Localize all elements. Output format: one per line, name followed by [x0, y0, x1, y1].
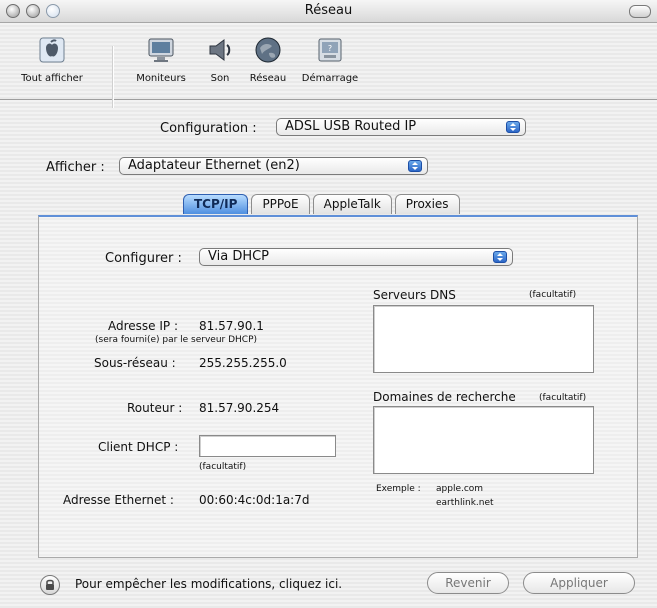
globe-icon: [251, 33, 285, 67]
toolbar-label: Réseau: [249, 73, 287, 84]
toolbar-label: Son: [210, 73, 230, 84]
tab-proxies[interactable]: Proxies: [394, 194, 460, 214]
sous-reseau-value: 255.255.255.0: [199, 356, 287, 370]
popup-arrows-icon: [408, 160, 422, 172]
tab-pppoe[interactable]: PPPoE: [251, 194, 310, 214]
toolbar-item-reseau[interactable]: Réseau: [242, 23, 294, 99]
svg-text:?: ?: [328, 44, 332, 53]
configuration-label: Configuration :: [160, 121, 257, 136]
dns-servers-textarea[interactable]: [373, 305, 594, 373]
popup-arrows-icon: [493, 251, 507, 263]
configurer-value: Via DHCP: [208, 249, 270, 264]
lock-text: Pour empêcher les modifications, cliquez…: [75, 577, 343, 591]
appliquer-button[interactable]: Appliquer: [523, 572, 635, 594]
client-dhcp-input[interactable]: [199, 435, 336, 457]
toolbar: Tout afficher Moniteurs Son Réseau ? Dém…: [0, 23, 657, 108]
exemple-label: Exemple :: [376, 484, 421, 494]
adresse-ip-note: (sera fourni(e) par le serveur DHCP): [95, 335, 258, 345]
configuration-value: ADSL USB Routed IP: [285, 119, 417, 134]
client-dhcp-note: (facultatif): [199, 462, 247, 472]
toolbar-item-demarrage[interactable]: ? Démarrage: [293, 23, 367, 99]
routeur-label: Routeur :: [127, 401, 183, 415]
toolbar-label: Moniteurs: [136, 73, 186, 84]
afficher-popup[interactable]: Adaptateur Ethernet (en2): [119, 157, 428, 175]
tcpip-panel: Configurer : Via DHCP Adresse IP : 81.57…: [38, 215, 638, 558]
routeur-value: 81.57.90.254: [199, 401, 280, 415]
configurer-popup[interactable]: Via DHCP: [199, 248, 513, 266]
client-dhcp-label: Client DHCP :: [98, 440, 179, 454]
adresse-ip-label: Adresse IP :: [108, 319, 179, 333]
afficher-label: Afficher :: [46, 160, 105, 175]
configurer-label: Configurer :: [105, 251, 182, 266]
exemple-line-1: apple.com: [436, 484, 484, 494]
toolbar-label: Démarrage: [301, 73, 359, 84]
adresse-ethernet-value: 00:60:4c:0d:1a:7d: [199, 493, 310, 507]
dns-label: Serveurs DNS: [373, 288, 456, 302]
tab-bar: TCP/IP PPPoE AppleTalk Proxies: [183, 194, 460, 216]
adresse-ethernet-label: Adresse Ethernet :: [63, 493, 174, 507]
sous-reseau-label: Sous-réseau :: [94, 356, 176, 370]
toolbar-toggle-button[interactable]: [629, 5, 651, 18]
adresse-ip-value: 81.57.90.1: [199, 319, 264, 333]
tab-appletalk[interactable]: AppleTalk: [312, 194, 392, 214]
tab-tcpip[interactable]: TCP/IP: [183, 194, 249, 214]
popup-arrows-icon: [506, 121, 520, 133]
toolbar-separator: [112, 46, 114, 108]
toolbar-label: Tout afficher: [21, 73, 83, 84]
afficher-value: Adaptateur Ethernet (en2): [128, 158, 300, 173]
speaker-icon: [203, 33, 237, 67]
monitor-icon: [144, 33, 178, 67]
configuration-popup[interactable]: ADSL USB Routed IP: [276, 118, 526, 136]
network-preferences-window: Réseau Tout afficher Moniteurs Son Résea…: [0, 0, 657, 608]
bottom-bar: Pour empêcher les modifications, cliquez…: [0, 565, 657, 608]
domaines-label: Domaines de recherche: [373, 390, 516, 404]
disk-icon: ?: [313, 33, 347, 67]
revenir-button[interactable]: Revenir: [427, 572, 509, 594]
domaines-optional-note: (facultatif): [539, 393, 587, 403]
apple-icon: [35, 33, 69, 67]
toolbar-item-show-all[interactable]: Tout afficher: [0, 23, 104, 99]
search-domains-textarea[interactable]: [373, 406, 594, 474]
title-bar: Réseau: [0, 0, 657, 23]
exemple-line-2: earthlink.net: [436, 498, 494, 508]
window-title: Réseau: [304, 3, 353, 18]
lock-icon[interactable]: [40, 575, 60, 595]
dns-optional-note: (facultatif): [529, 290, 577, 300]
toolbar-item-moniteurs[interactable]: Moniteurs: [124, 23, 198, 99]
toolbar-item-son[interactable]: Son: [197, 23, 243, 99]
